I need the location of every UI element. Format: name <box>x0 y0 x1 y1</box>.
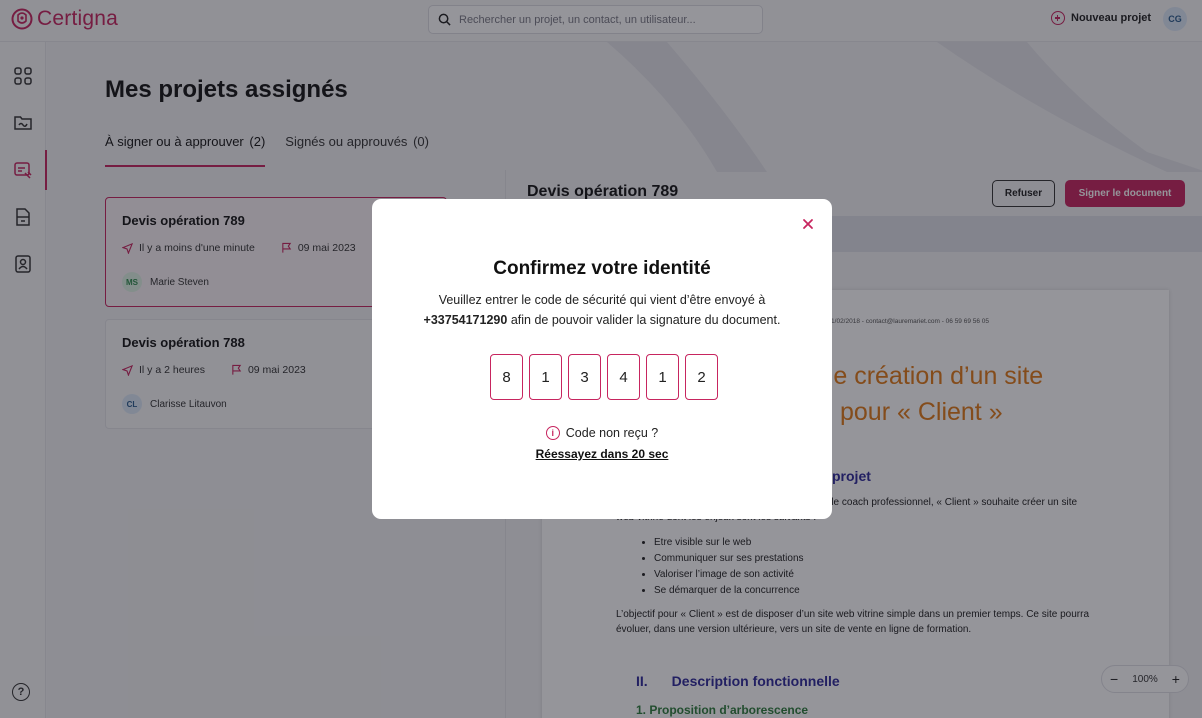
code-digit-input[interactable]: 4 <box>607 354 640 400</box>
code-digit-input[interactable]: 2 <box>685 354 718 400</box>
info-icon: i <box>545 426 560 440</box>
code-not-received-row: i Code non reçu ? <box>372 426 832 440</box>
dialog-message: Veuillez entrer le code de sécurité qui … <box>423 293 781 327</box>
retry-link[interactable]: Réessayez dans 20 sec <box>372 447 832 461</box>
dialog-title: Confirmez votre identité <box>493 258 711 279</box>
code-not-received-label: Code non reçu ? <box>565 426 659 440</box>
security-code-inputs: 8 1 3 4 1 2 <box>490 354 718 400</box>
code-digit-input[interactable]: 1 <box>529 354 562 400</box>
code-digit-input[interactable]: 3 <box>568 354 601 400</box>
close-icon[interactable] <box>800 216 816 232</box>
code-digit-input[interactable]: 1 <box>646 354 679 400</box>
code-digit-input[interactable]: 8 <box>490 354 523 400</box>
identity-confirmation-dialog: Confirmez votre identité Veuillez entrer… <box>372 199 832 519</box>
phone-number: +33754171290 <box>423 313 508 327</box>
